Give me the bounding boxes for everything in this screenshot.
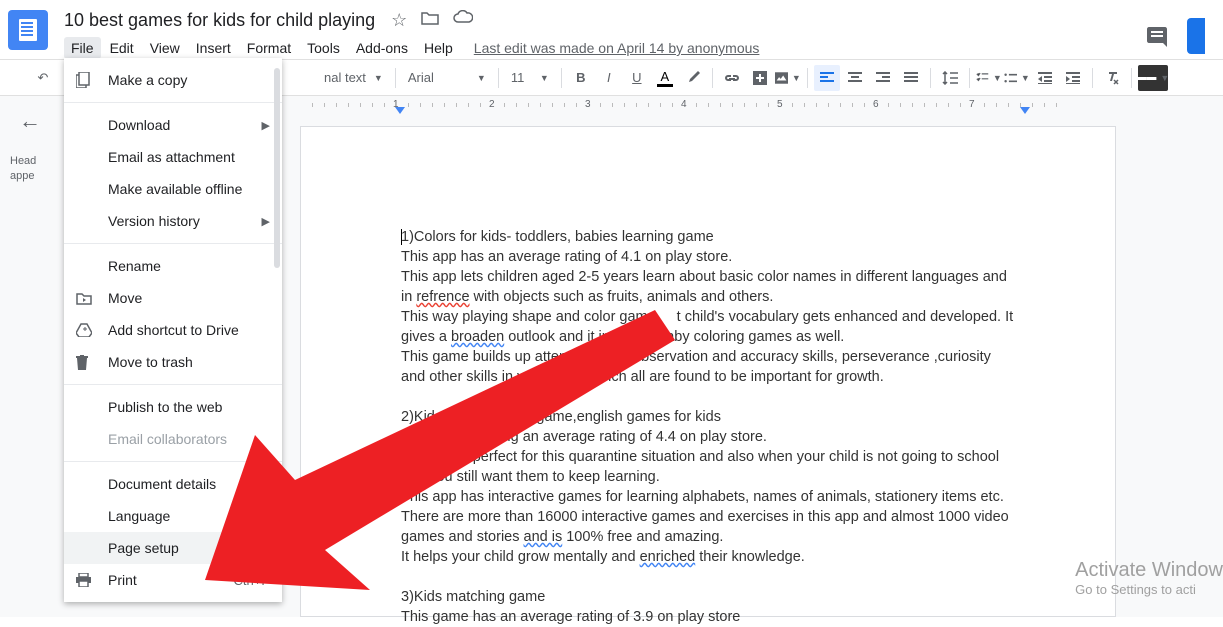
menu-print[interactable]: Print Ctrl+P (64, 564, 282, 596)
menu-file[interactable]: File (64, 37, 101, 59)
paragraph-style-select[interactable]: nal text▼ (318, 70, 389, 85)
menu-page-setup[interactable]: Page setup (64, 532, 282, 564)
submenu-arrow-icon: ▶ (262, 215, 270, 228)
underline-button[interactable]: U (624, 65, 650, 91)
checklist-button[interactable]: ▼ (976, 65, 1002, 91)
menu-addons[interactable]: Add-ons (349, 37, 415, 59)
trash-icon (76, 355, 96, 370)
menu-email-collaborators: Email collaborators (64, 423, 282, 455)
insert-image-button[interactable]: ▼ (775, 65, 801, 91)
font-family-select[interactable]: Arial▼ (402, 70, 492, 85)
document-area[interactable]: 1)Colors for kids- toddlers, babies lear… (300, 126, 1213, 617)
menu-add-shortcut[interactable]: Add shortcut to Drive (64, 314, 282, 346)
menu-tools[interactable]: Tools (300, 37, 347, 59)
bulleted-list-button[interactable]: ▼ (1004, 65, 1030, 91)
increase-indent-button[interactable] (1060, 65, 1086, 91)
highlight-color-button[interactable] (680, 65, 706, 91)
bold-button[interactable]: B (568, 65, 594, 91)
document-page[interactable]: 1)Colors for kids- toddlers, babies lear… (300, 126, 1116, 617)
horizontal-ruler[interactable]: 1234567 (290, 96, 1213, 114)
windows-watermark: Activate Window Go to Settings to acti (1075, 559, 1223, 597)
print-icon (76, 573, 96, 587)
italic-button[interactable]: I (596, 65, 622, 91)
menu-format[interactable]: Format (240, 37, 298, 59)
menu-email-attachment[interactable]: Email as attachment (64, 141, 282, 173)
print-shortcut: Ctrl+P (234, 573, 270, 588)
menu-insert[interactable]: Insert (189, 37, 238, 59)
document-body[interactable]: 1)Colors for kids- toddlers, babies lear… (401, 227, 1015, 627)
menu-publish-web[interactable]: Publish to the web (64, 391, 282, 423)
clear-formatting-button[interactable] (1099, 65, 1125, 91)
align-justify-button[interactable] (898, 65, 924, 91)
editing-mode-button[interactable]: ▬▬▼ (1138, 65, 1168, 91)
share-button[interactable] (1187, 18, 1205, 54)
app-header: 10 best games for kids for child playing… (0, 0, 1223, 60)
file-menu-dropdown: Make a copy Download ▶ Email as attachme… (64, 58, 282, 602)
outline-back-icon[interactable]: ← (8, 108, 52, 134)
left-panel: ← Headappe (0, 96, 60, 197)
menu-view[interactable]: View (143, 37, 187, 59)
docs-logo[interactable] (8, 10, 48, 50)
insert-comment-button[interactable] (747, 65, 773, 91)
cloud-status-icon[interactable] (453, 10, 473, 31)
align-right-button[interactable] (870, 65, 896, 91)
menu-edit[interactable]: Edit (103, 37, 141, 59)
comments-icon[interactable] (1145, 25, 1169, 47)
move-folder-icon[interactable] (421, 10, 439, 31)
menu-bar: File Edit View Insert Format Tools Add-o… (64, 36, 1145, 60)
insert-link-button[interactable] (719, 65, 745, 91)
menu-move-trash[interactable]: Move to trash (64, 346, 282, 378)
folder-move-icon (76, 292, 96, 305)
menu-move[interactable]: Move (64, 282, 282, 314)
menu-language[interactable]: Language (64, 500, 282, 532)
menu-rename[interactable]: Rename (64, 250, 282, 282)
title-area: 10 best games for kids for child playing… (64, 8, 1145, 60)
font-size-select[interactable]: 11▼ (505, 70, 555, 85)
last-edit-link[interactable]: Last edit was made on April 14 by anonym… (474, 40, 760, 56)
text-color-button[interactable]: A (652, 65, 678, 91)
align-center-button[interactable] (842, 65, 868, 91)
line-spacing-button[interactable] (937, 65, 963, 91)
menu-help[interactable]: Help (417, 37, 460, 59)
outline-placeholder: Headappe (8, 154, 52, 185)
decrease-indent-button[interactable] (1032, 65, 1058, 91)
align-left-button[interactable] (814, 65, 840, 91)
menu-make-copy[interactable]: Make a copy (64, 64, 282, 96)
menu-document-details[interactable]: Document details (64, 468, 282, 500)
submenu-arrow-icon: ▶ (262, 119, 270, 132)
menu-available-offline[interactable]: Make available offline (64, 173, 282, 205)
menu-version-history[interactable]: Version history ▶ (64, 205, 282, 237)
drive-shortcut-icon (76, 323, 96, 337)
copy-icon (76, 72, 96, 88)
document-title[interactable]: 10 best games for kids for child playing (64, 10, 375, 31)
undo-button[interactable]: ↶ (30, 65, 56, 91)
star-icon[interactable]: ☆ (391, 10, 407, 31)
menu-download[interactable]: Download ▶ (64, 109, 282, 141)
